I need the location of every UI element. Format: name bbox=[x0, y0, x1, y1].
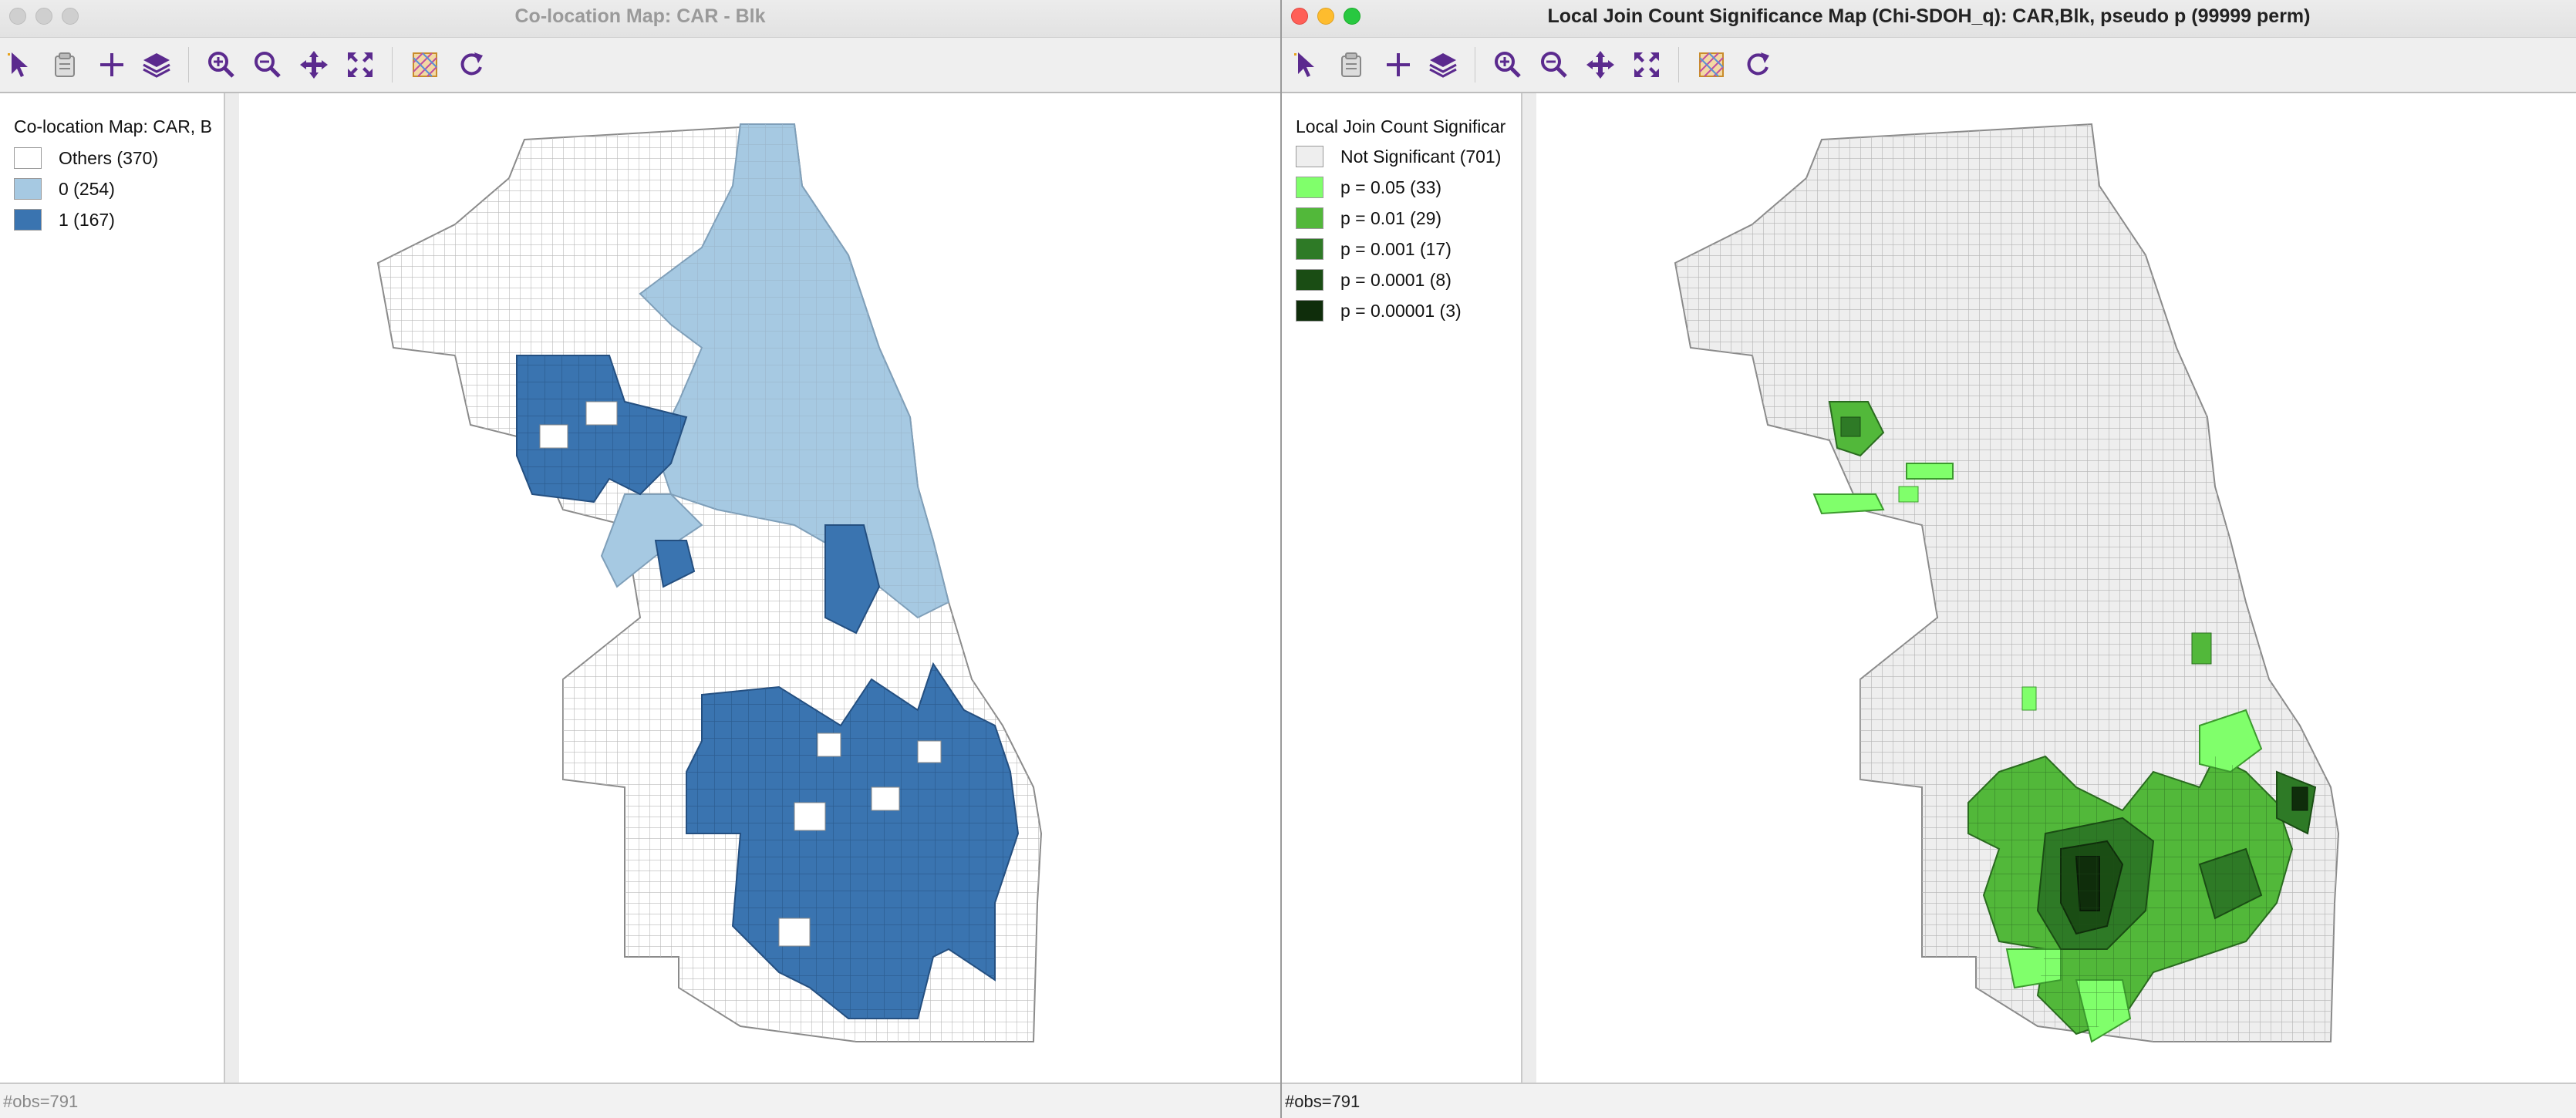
legend-swatch bbox=[14, 209, 42, 231]
map-theme-icon[interactable] bbox=[409, 49, 441, 81]
map-toolbar bbox=[0, 38, 1280, 93]
map-toolbar bbox=[1282, 38, 2576, 93]
refresh-icon[interactable] bbox=[455, 49, 487, 81]
significance-map-window: Local Join Count Significance Map (Chi-S… bbox=[1282, 0, 2576, 1118]
select-icon[interactable] bbox=[5, 49, 37, 81]
pan-icon[interactable] bbox=[298, 49, 330, 81]
legend-panel: Co-location Map: CAR, B Others (370) 0 (… bbox=[0, 93, 225, 1083]
legend-swatch bbox=[14, 178, 42, 200]
window-title: Local Join Count Significance Map (Chi-S… bbox=[1547, 5, 2311, 27]
significance-map[interactable] bbox=[1536, 93, 2576, 1083]
fit-extent-icon[interactable] bbox=[344, 49, 376, 81]
map-theme-icon[interactable] bbox=[1695, 49, 1728, 81]
fit-extent-icon[interactable] bbox=[1630, 49, 1663, 81]
pan-icon[interactable] bbox=[1584, 49, 1617, 81]
zoom-in-icon[interactable] bbox=[1492, 49, 1524, 81]
legend-swatch bbox=[1296, 238, 1323, 260]
obs-count: #obs=791 bbox=[1285, 1092, 1360, 1111]
legend-label: p = 0.0001 (8) bbox=[1340, 270, 1452, 290]
zoom-in-icon[interactable] bbox=[205, 49, 238, 81]
legend-swatch bbox=[1296, 300, 1323, 322]
colocation-map-window: Co-location Map: CAR - Blk Co-location M… bbox=[0, 0, 1280, 1118]
colocation-map[interactable] bbox=[239, 93, 1280, 1083]
zoom-out-icon[interactable] bbox=[251, 49, 284, 81]
window-title: Co-location Map: CAR - Blk bbox=[514, 5, 766, 27]
legend-label: p = 0.00001 (3) bbox=[1340, 301, 1462, 321]
status-bar: #obs=791 bbox=[1282, 1083, 2576, 1118]
legend-swatch bbox=[1296, 177, 1323, 198]
status-bar: #obs=791 bbox=[0, 1083, 1280, 1118]
legend-label: 1 (167) bbox=[59, 210, 115, 230]
legend-label: p = 0.001 (17) bbox=[1340, 239, 1452, 259]
legend-swatch bbox=[14, 147, 42, 169]
crosshair-icon[interactable] bbox=[96, 49, 128, 81]
pane-splitter[interactable] bbox=[225, 93, 239, 1083]
legend-panel: Local Join Count Significar Not Signific… bbox=[1282, 93, 1522, 1083]
title-bar[interactable]: Co-location Map: CAR - Blk bbox=[0, 0, 1280, 38]
legend-label: Others (370) bbox=[59, 148, 159, 168]
title-bar[interactable]: Local Join Count Significance Map (Chi-S… bbox=[1282, 0, 2576, 38]
map-canvas[interactable] bbox=[1536, 93, 2576, 1083]
legend-swatch bbox=[1296, 269, 1323, 291]
copy-icon[interactable] bbox=[1336, 49, 1368, 81]
legend-label: p = 0.01 (29) bbox=[1340, 208, 1442, 228]
select-icon[interactable] bbox=[1291, 49, 1323, 81]
legend-title: Local Join Count Significar bbox=[1296, 116, 1506, 136]
map-canvas[interactable] bbox=[239, 93, 1280, 1083]
pane-splitter[interactable] bbox=[1522, 93, 1536, 1083]
obs-count: #obs=791 bbox=[3, 1092, 79, 1111]
crosshair-icon[interactable] bbox=[1382, 49, 1414, 81]
copy-icon[interactable] bbox=[49, 49, 82, 81]
legend-label: p = 0.05 (33) bbox=[1340, 177, 1442, 197]
legend-swatch bbox=[1296, 207, 1323, 229]
legend-title: Co-location Map: CAR, B bbox=[14, 116, 212, 136]
refresh-icon[interactable] bbox=[1741, 49, 1774, 81]
layers-icon[interactable] bbox=[140, 49, 173, 81]
layers-icon[interactable] bbox=[1427, 49, 1459, 81]
legend-label: 0 (254) bbox=[59, 179, 115, 199]
legend-swatch bbox=[1296, 146, 1323, 167]
zoom-out-icon[interactable] bbox=[1538, 49, 1570, 81]
legend-label: Not Significant (701) bbox=[1340, 146, 1502, 167]
